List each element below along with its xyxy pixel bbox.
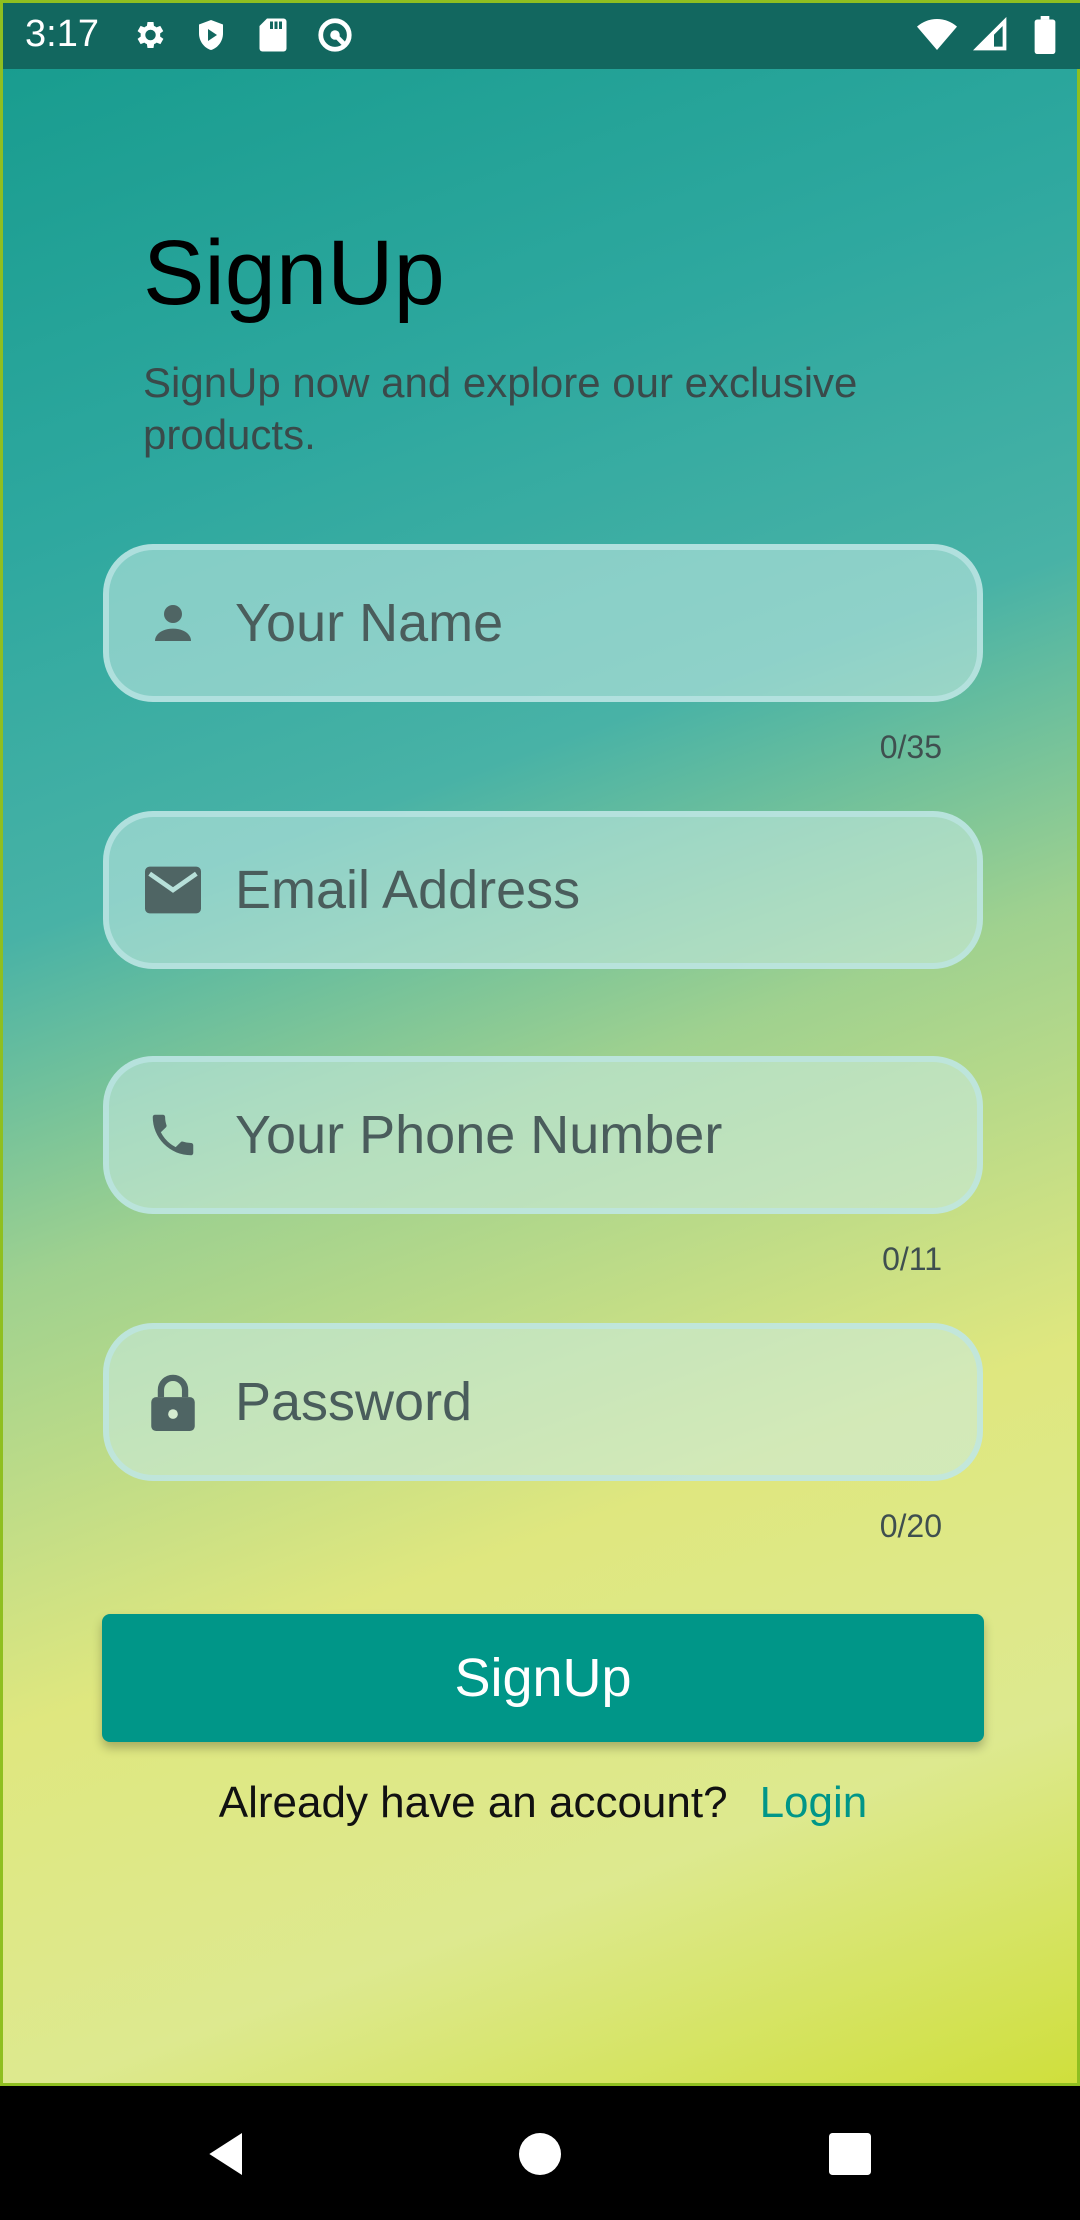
sd-card-icon <box>253 15 293 55</box>
email-input[interactable] <box>235 817 955 963</box>
battery-icon <box>1025 15 1065 55</box>
home-icon[interactable] <box>512 2126 568 2182</box>
name-field[interactable] <box>103 544 983 702</box>
status-icons-right <box>917 15 1065 55</box>
signup-screen: 3:17 SignUp SignUp now and explore our e… <box>0 0 1080 2086</box>
settings-icon <box>129 15 169 55</box>
password-field[interactable] <box>103 1323 983 1481</box>
back-icon[interactable] <box>200 2126 256 2182</box>
status-icons-left <box>129 15 355 55</box>
email-field[interactable] <box>103 811 983 969</box>
phone-input[interactable] <box>235 1062 955 1208</box>
recents-icon[interactable] <box>822 2126 878 2182</box>
name-input[interactable] <box>235 550 955 696</box>
phone-counter: 0/11 <box>882 1241 942 1277</box>
signup-button[interactable]: SignUp <box>102 1614 984 1742</box>
login-prompt-text: Already have an account? <box>218 1778 728 1827</box>
sync-icon <box>315 15 355 55</box>
page-subtitle: SignUp now and explore our exclusive pro… <box>143 359 858 458</box>
password-counter: 0/20 <box>879 1508 942 1544</box>
status-bar: 3:17 <box>3 3 1080 69</box>
lock-icon <box>145 1374 201 1431</box>
password-input[interactable] <box>235 1329 955 1475</box>
phone-icon <box>145 1107 201 1163</box>
signal-icon <box>971 15 1011 55</box>
login-prompt: Already have an account? Login <box>3 1778 1080 1828</box>
wifi-icon <box>917 15 957 55</box>
person-icon <box>145 595 201 651</box>
page-title: SignUp <box>143 222 445 324</box>
status-time: 3:17 <box>25 13 99 55</box>
mail-icon <box>145 862 201 918</box>
name-counter: 0/35 <box>879 729 942 765</box>
phone-field[interactable] <box>103 1056 983 1214</box>
shield-play-icon <box>191 15 231 55</box>
login-link[interactable]: Login <box>760 1778 868 1827</box>
navigation-bar <box>0 2086 1080 2220</box>
